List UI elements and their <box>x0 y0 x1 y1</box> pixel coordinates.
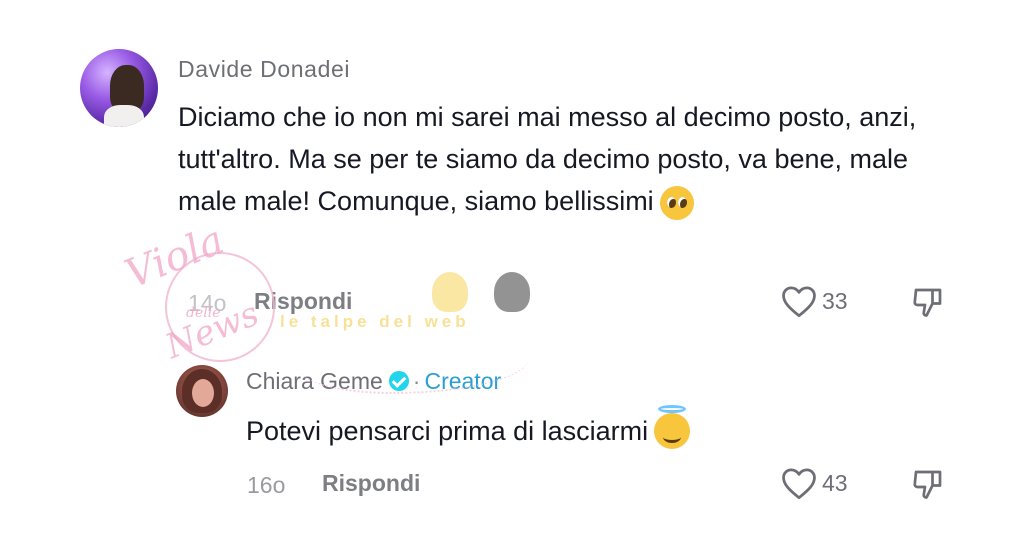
comment-text: Diciamo che io non mi sarei mai messo al… <box>178 96 938 222</box>
dislike-button[interactable] <box>910 466 946 507</box>
like-button[interactable]: 43 <box>780 466 848 500</box>
reply-button[interactable]: Rispondi <box>322 470 420 497</box>
like-count: 33 <box>822 287 848 314</box>
thumbs-down-icon <box>913 288 942 317</box>
heart-icon <box>782 468 816 500</box>
like-count: 43 <box>822 469 848 496</box>
watermark-character-icon <box>432 272 468 312</box>
avatar[interactable] <box>176 365 228 417</box>
comment-text-content: Potevi pensarci prima di lasciarmi <box>246 416 649 446</box>
avatar-photo <box>104 105 144 127</box>
comment-text: Potevi pensarci prima di lasciarmi <box>246 404 846 452</box>
like-button[interactable]: 33 <box>780 284 848 318</box>
smile <box>663 431 682 443</box>
heart-icon <box>782 286 816 318</box>
watermark-character-icon <box>494 272 530 312</box>
smiling-face-with-halo-icon <box>654 404 691 449</box>
comment-timestamp: 16o <box>247 472 286 498</box>
avatar-photo <box>192 379 214 407</box>
watermark-band-text: le talpe del web <box>280 312 470 331</box>
comment-text-content: Diciamo che io non mi sarei mai messo al… <box>178 102 917 216</box>
comment-username[interactable]: Davide Donadei <box>178 56 350 83</box>
dislike-button[interactable] <box>910 284 946 325</box>
halo <box>658 404 687 413</box>
avatar[interactable] <box>80 49 158 127</box>
thumbs-down-icon <box>913 470 942 499</box>
pleading-face-icon <box>659 185 694 220</box>
